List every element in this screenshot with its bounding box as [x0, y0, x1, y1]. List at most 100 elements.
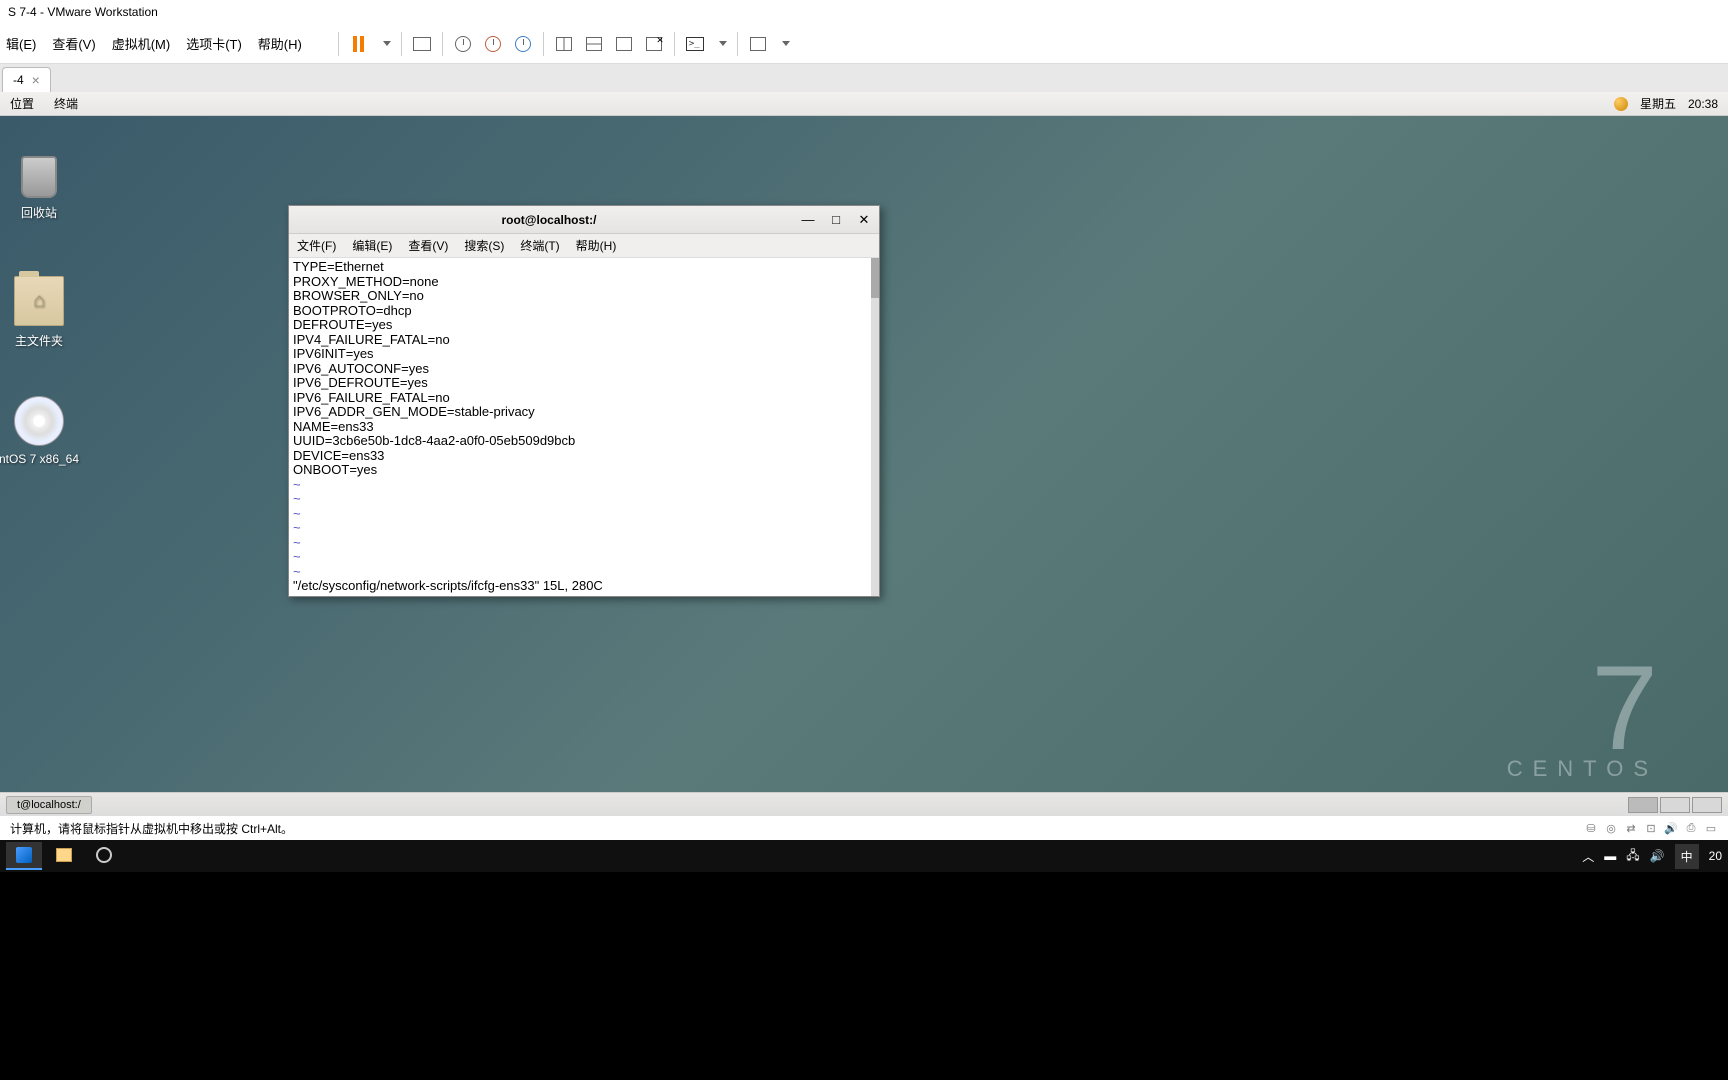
maximize-icon[interactable]: □ [829, 212, 843, 228]
device-net-icon[interactable]: ⇄ [1624, 821, 1638, 835]
term-line: BROWSER_ONLY=no [293, 289, 875, 304]
split-vertical-icon[interactable] [554, 34, 574, 54]
trash-desktop-icon[interactable]: 回收站 [0, 156, 84, 221]
trash-icon [21, 156, 57, 198]
console-dropdown-icon[interactable] [719, 41, 727, 46]
vim-status-line: "/etc/sysconfig/network-scripts/ifcfg-en… [293, 579, 875, 594]
menu-vm[interactable]: 虚拟机(M) [112, 34, 171, 53]
workspace-3[interactable] [1692, 797, 1722, 813]
terminal-menubar: 文件(F) 编辑(E) 查看(V) 搜索(S) 终端(T) 帮助(H) [289, 234, 879, 258]
centos-name: CENTOS [1507, 756, 1658, 782]
term-line: DEFROUTE=yes [293, 318, 875, 333]
gnome-time[interactable]: 20:38 [1688, 97, 1718, 111]
menu-tabs[interactable]: 选项卡(T) [186, 34, 242, 53]
disc-label: ntOS 7 x86_64 [0, 452, 79, 466]
workspace-switcher[interactable] [1628, 797, 1722, 813]
tray-volume-icon[interactable]: 🔊 [1650, 849, 1665, 863]
scrollbar-thumb[interactable] [871, 258, 879, 298]
term-line: PROXY_METHOD=none [293, 275, 875, 290]
term-tilde: ~ [293, 507, 875, 522]
workspace-2[interactable] [1660, 797, 1690, 813]
vmware-hint-text: 计算机，请将鼠标指针从虚拟机中移出或按 Ctrl+Alt。 [10, 820, 293, 837]
terminal-titlebar[interactable]: root@localhost:/ — □ ✕ [289, 206, 879, 234]
device-usb-icon[interactable]: ⊡ [1644, 821, 1658, 835]
notification-icon[interactable] [1614, 97, 1628, 111]
terminal-scrollbar[interactable] [871, 258, 879, 596]
vmware-tabbar: -4 × [0, 64, 1728, 92]
menu-help[interactable]: 帮助(H) [258, 34, 302, 53]
term-line: IPV6_FAILURE_FATAL=no [293, 391, 875, 406]
snapshot-manager-icon[interactable] [513, 34, 533, 54]
term-menu-view[interactable]: 查看(V) [408, 237, 448, 254]
term-line: IPV6INIT=yes [293, 347, 875, 362]
taskbar-vmware-icon[interactable] [6, 842, 42, 870]
vmware-statusbar: 计算机，请将鼠标指针从虚拟机中移出或按 Ctrl+Alt。 ⛁ ◎ ⇄ ⊡ 🔊 … [0, 816, 1728, 840]
gnome-day[interactable]: 星期五 [1640, 95, 1676, 112]
minimize-icon[interactable]: — [801, 212, 815, 228]
vm-device-icons: ⛁ ◎ ⇄ ⊡ 🔊 ⎙ ▭ [1584, 821, 1718, 835]
tab-close-icon[interactable]: × [32, 72, 40, 88]
vm-tab-label: -4 [13, 73, 24, 87]
stretch-dropdown-icon[interactable] [782, 41, 790, 46]
close-icon[interactable]: ✕ [857, 212, 871, 228]
gnome-topbar: 位置 终端 星期五 20:38 [0, 92, 1728, 116]
menu-view[interactable]: 查看(V) [52, 34, 95, 53]
power-dropdown-icon[interactable] [383, 41, 391, 46]
workspace-1[interactable] [1628, 797, 1658, 813]
term-line: BOOTPROTO=dhcp [293, 304, 875, 319]
term-tilde: ~ [293, 550, 875, 565]
term-line: IPV6_DEFROUTE=yes [293, 376, 875, 391]
folder-icon [14, 276, 64, 326]
terminal-content[interactable]: TYPE=Ethernet PROXY_METHOD=none BROWSER_… [289, 258, 879, 596]
term-line: IPV4_FAILURE_FATAL=no [293, 333, 875, 348]
taskbar-terminal-button[interactable]: t@localhost:/ [6, 796, 92, 814]
gnome-terminal-menu[interactable]: 终端 [54, 95, 78, 112]
snapshot-icon[interactable] [453, 34, 473, 54]
centos-seven: 7 [1507, 660, 1658, 756]
tray-battery-icon[interactable]: ▬ [1604, 849, 1616, 863]
device-cd-icon[interactable]: ◎ [1604, 821, 1618, 835]
tray-time[interactable]: 20 [1709, 849, 1722, 863]
taskbar-explorer-icon[interactable] [46, 842, 82, 870]
device-sound-icon[interactable]: 🔊 [1664, 821, 1678, 835]
device-printer-icon[interactable]: ⎙ [1684, 821, 1698, 835]
device-hdd-icon[interactable]: ⛁ [1584, 821, 1598, 835]
taskbar-obs-icon[interactable] [86, 842, 122, 870]
vmware-app-icon [16, 847, 32, 863]
guest-desktop[interactable]: 回收站 主文件夹 ntOS 7 x86_64 7 CENTOS root@loc… [0, 116, 1728, 792]
console-icon[interactable]: >_ [685, 34, 705, 54]
send-ctrl-alt-del-icon[interactable] [412, 34, 432, 54]
stretch-icon[interactable] [748, 34, 768, 54]
pause-button[interactable] [349, 34, 369, 54]
term-menu-terminal[interactable]: 终端(T) [520, 237, 559, 254]
disc-desktop-icon[interactable]: ntOS 7 x86_64 [0, 396, 84, 466]
term-tilde: ~ [293, 492, 875, 507]
home-desktop-icon[interactable]: 主文件夹 [0, 276, 84, 349]
term-menu-file[interactable]: 文件(F) [297, 237, 336, 254]
menu-edit[interactable]: 辑(E) [6, 34, 36, 53]
device-display-icon[interactable]: ▭ [1704, 821, 1718, 835]
term-menu-search[interactable]: 搜索(S) [464, 237, 504, 254]
term-line: DEVICE=ens33 [293, 449, 875, 464]
disc-icon [14, 396, 64, 446]
term-line: IPV6_ADDR_GEN_MODE=stable-privacy [293, 405, 875, 420]
tray-ime-button[interactable]: 中 [1675, 844, 1699, 869]
explorer-app-icon [56, 848, 72, 862]
term-menu-edit[interactable]: 编辑(E) [352, 237, 392, 254]
term-menu-help[interactable]: 帮助(H) [576, 237, 617, 254]
windows-titlebar: S 7-4 - VMware Workstation [0, 0, 1728, 24]
home-label: 主文件夹 [15, 334, 63, 348]
gnome-places[interactable]: 位置 [10, 95, 34, 112]
unity-icon[interactable] [614, 34, 634, 54]
fullscreen-icon[interactable]: ✕ [644, 34, 664, 54]
tray-network-icon[interactable]: 🖧 [1626, 846, 1639, 867]
tray-chevron-icon[interactable]: ︿ [1582, 848, 1594, 865]
vm-tab[interactable]: -4 × [2, 67, 51, 92]
term-line: ONBOOT=yes [293, 463, 875, 478]
term-line: IPV6_AUTOCONF=yes [293, 362, 875, 377]
revert-snapshot-icon[interactable] [483, 34, 503, 54]
term-tilde: ~ [293, 565, 875, 580]
terminal-window[interactable]: root@localhost:/ — □ ✕ 文件(F) 编辑(E) 查看(V)… [288, 205, 880, 597]
gnome-bottombar: t@localhost:/ [0, 792, 1728, 816]
split-horizontal-icon[interactable] [584, 34, 604, 54]
